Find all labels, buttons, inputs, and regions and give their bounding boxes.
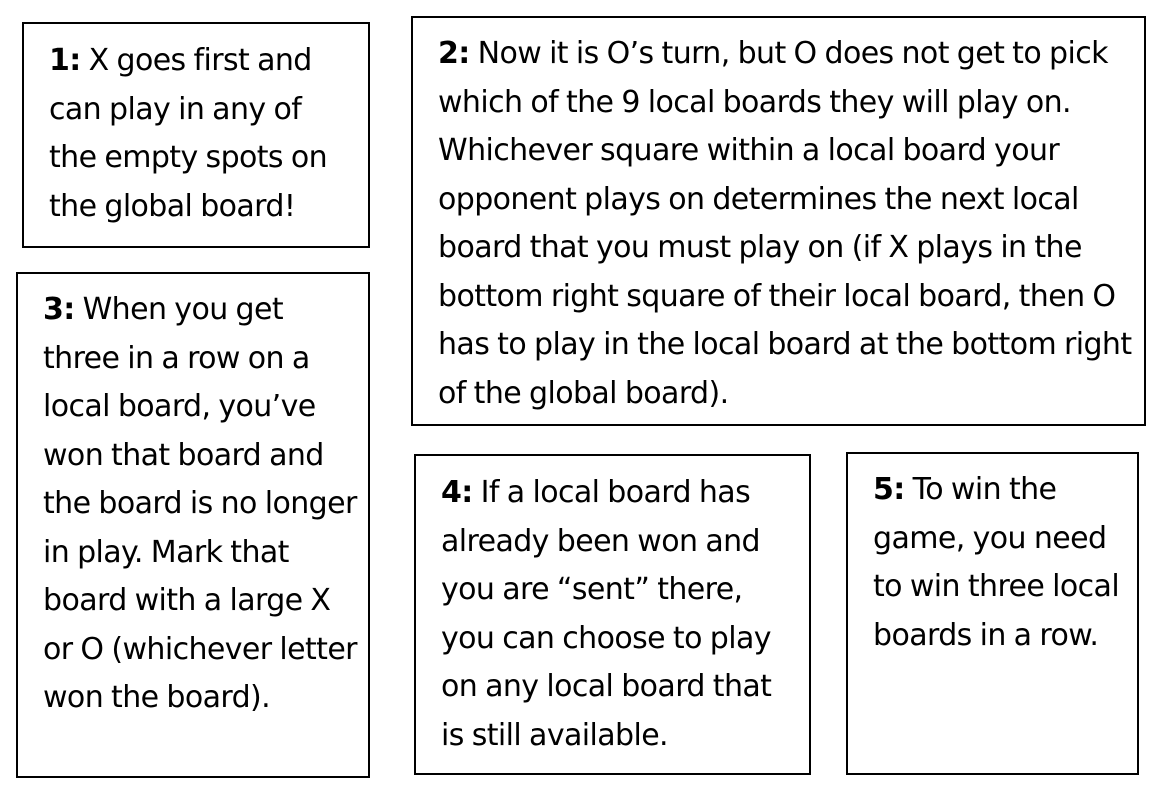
- rule-text: X goes first and can play in any of the …: [49, 43, 328, 224]
- rule-number: 5:: [873, 472, 905, 507]
- rule-text: If a local board has already been won an…: [441, 475, 772, 753]
- rule-text: To win the game, you need to win three l…: [873, 472, 1120, 653]
- rule-box-5: 5: To win the game, you need to win thre…: [846, 452, 1139, 775]
- rule-number: 4:: [441, 475, 473, 510]
- rule-box-3: 3: When you get three in a row on a loca…: [16, 272, 370, 778]
- rule-text: Now it is O’s turn, but O does not get t…: [438, 36, 1132, 411]
- rule-number: 2:: [438, 36, 470, 71]
- rule-text: When you get three in a row on a local b…: [43, 292, 358, 715]
- rule-number: 1:: [49, 43, 81, 78]
- rule-number: 3:: [43, 292, 75, 327]
- rule-box-4: 4: If a local board has already been won…: [414, 454, 811, 775]
- rule-box-1: 1: X goes first and can play in any of t…: [22, 22, 370, 248]
- rule-box-2: 2: Now it is O’s turn, but O does not ge…: [411, 16, 1146, 426]
